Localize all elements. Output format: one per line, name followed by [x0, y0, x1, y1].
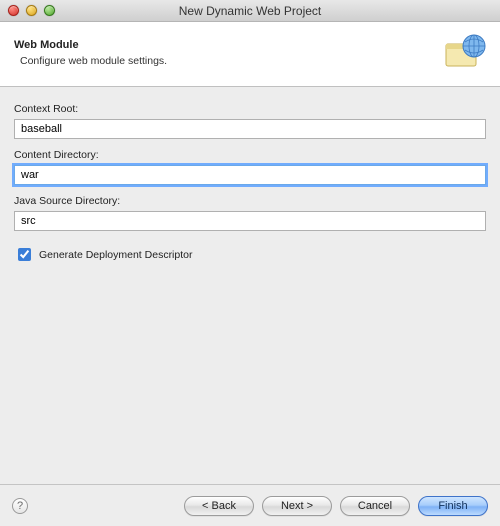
- cancel-button[interactable]: Cancel: [340, 496, 410, 516]
- context-root-input[interactable]: [14, 119, 486, 139]
- web-project-icon: [444, 32, 486, 74]
- traffic-lights: [8, 5, 55, 16]
- content-directory-label: Content Directory:: [14, 149, 486, 161]
- cancel-button-label: Cancel: [358, 500, 392, 512]
- context-root-label: Context Root:: [14, 103, 486, 115]
- banner-subtitle: Configure web module settings.: [20, 55, 444, 67]
- finish-button-label: Finish: [438, 500, 467, 512]
- generate-dd-checkbox[interactable]: [18, 248, 31, 261]
- wizard-footer: ? < Back Next > Cancel Finish: [0, 484, 500, 526]
- help-glyph: ?: [17, 500, 23, 512]
- wizard-banner: Web Module Configure web module settings…: [0, 22, 500, 87]
- button-group: < Back Next > Cancel Finish: [184, 496, 488, 516]
- back-button[interactable]: < Back: [184, 496, 254, 516]
- generate-dd-label: Generate Deployment Descriptor: [39, 249, 193, 261]
- next-button-label: Next >: [281, 500, 313, 512]
- java-source-directory-input[interactable]: [14, 211, 486, 231]
- banner-text: Web Module Configure web module settings…: [14, 39, 444, 67]
- java-source-directory-label: Java Source Directory:: [14, 195, 486, 207]
- minimize-window-button[interactable]: [26, 5, 37, 16]
- form-area: Context Root: Content Directory: Java So…: [0, 87, 500, 264]
- help-icon[interactable]: ?: [12, 498, 28, 514]
- finish-button[interactable]: Finish: [418, 496, 488, 516]
- close-window-button[interactable]: [8, 5, 19, 16]
- window-title: New Dynamic Web Project: [0, 4, 500, 18]
- content-directory-input[interactable]: [14, 165, 486, 185]
- banner-title: Web Module: [14, 39, 444, 51]
- next-button[interactable]: Next >: [262, 496, 332, 516]
- generate-dd-row: Generate Deployment Descriptor: [14, 245, 486, 264]
- zoom-window-button[interactable]: [44, 5, 55, 16]
- titlebar: New Dynamic Web Project: [0, 0, 500, 22]
- back-button-label: < Back: [202, 500, 236, 512]
